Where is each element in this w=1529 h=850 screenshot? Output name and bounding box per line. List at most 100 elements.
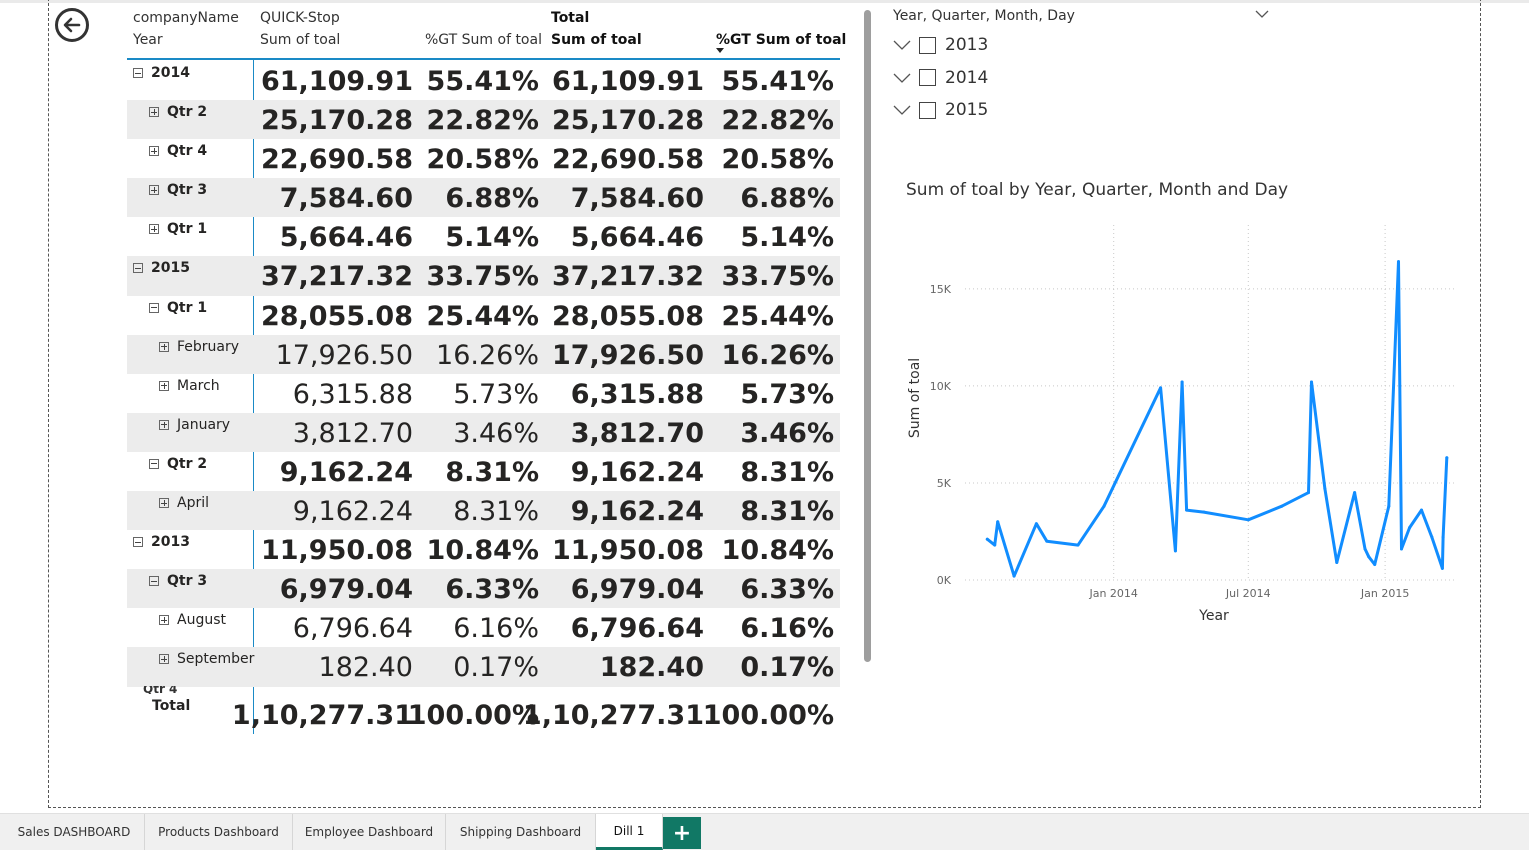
table-row[interactable]: Qtr 2 25,170.28 22.82% 25,170.28 22.82% bbox=[127, 100, 840, 140]
expand-icon[interactable] bbox=[149, 107, 159, 118]
table-row[interactable]: August 6,796.64 6.16% 6,796.64 6.16% bbox=[127, 608, 840, 647]
chevron-down-icon[interactable] bbox=[893, 39, 911, 51]
expand-icon[interactable] bbox=[159, 419, 169, 430]
checkbox[interactable] bbox=[919, 36, 936, 54]
header-company-name[interactable]: companyName bbox=[133, 10, 239, 26]
add-page-button[interactable]: + bbox=[663, 817, 701, 849]
row-header: April bbox=[159, 495, 209, 511]
row-header: March bbox=[159, 378, 220, 394]
value-cell: 182.40 bbox=[318, 652, 413, 684]
table-row[interactable]: Qtr 4 22,690.58 20.58% 22,690.58 20.58% bbox=[127, 139, 840, 178]
row-header-label: 2013 bbox=[151, 534, 190, 551]
value-cell: 22.82% bbox=[721, 105, 834, 137]
table-row[interactable]: Qtr 1 5,664.46 5.14% 5,664.46 5.14% bbox=[127, 217, 840, 256]
chevron-down-icon[interactable] bbox=[893, 72, 911, 84]
expand-icon[interactable] bbox=[159, 380, 169, 391]
table-row[interactable]: Qtr 2 9,162.24 8.31% 9,162.24 8.31% bbox=[127, 452, 840, 491]
row-header: Qtr 3 bbox=[149, 182, 207, 198]
data-point bbox=[1441, 535, 1445, 539]
row-header-label: September bbox=[177, 651, 255, 668]
table-row[interactable]: February 17,926.50 16.26% 17,926.50 16.26% bbox=[127, 334, 840, 374]
value-cell: 37,217.32 bbox=[551, 261, 704, 293]
value-cell: 28,055.08 bbox=[551, 300, 704, 332]
checkbox[interactable] bbox=[919, 101, 936, 119]
chevron-down-icon[interactable] bbox=[893, 104, 911, 116]
data-point bbox=[993, 543, 997, 547]
table-row[interactable]: April 9,162.24 8.31% 9,162.24 8.31% bbox=[127, 491, 840, 531]
header-quick-stop[interactable]: QUICK-Stop bbox=[260, 10, 340, 26]
y-axis-title: Sum of toal bbox=[907, 358, 923, 438]
slicer-item[interactable]: 2015 bbox=[893, 99, 988, 121]
data-point bbox=[1076, 543, 1080, 547]
expand-icon[interactable] bbox=[149, 146, 159, 157]
header-total-gt-sum-of-toal[interactable]: %GT Sum of toal bbox=[716, 32, 846, 48]
back-arrow-button[interactable] bbox=[55, 8, 89, 42]
table-row[interactable]: September 182.40 0.17% 182.40 0.17% bbox=[127, 647, 840, 687]
data-point bbox=[1180, 380, 1184, 384]
value-cell: 25.44% bbox=[721, 300, 834, 332]
value-cell: 6,979.04 bbox=[279, 574, 413, 606]
row-header-label: Qtr 3 bbox=[167, 182, 208, 199]
header-total-sum-of-toal[interactable]: Sum of toal bbox=[551, 32, 642, 48]
table-row[interactable]: Qtr 1 28,055.08 25.44% 28,055.08 25.44% bbox=[127, 296, 840, 335]
page-tab[interactable]: Shipping Dashboard bbox=[446, 814, 596, 850]
y-tick-label: 5K bbox=[937, 477, 952, 490]
row-header-label: January bbox=[177, 416, 231, 433]
data-point bbox=[1396, 260, 1400, 264]
expand-icon[interactable] bbox=[159, 615, 169, 626]
chevron-down-icon[interactable] bbox=[1255, 9, 1269, 19]
expand-icon[interactable] bbox=[159, 341, 169, 352]
x-tick-label: Jan 2015 bbox=[1360, 587, 1409, 600]
row-header: 2013 bbox=[133, 534, 190, 550]
header-sum-of-toal[interactable]: Sum of toal bbox=[260, 32, 340, 48]
value-cell: 3,812.70 bbox=[292, 417, 413, 449]
value-cell: 5.14% bbox=[740, 222, 834, 254]
collapse-icon[interactable] bbox=[133, 537, 143, 548]
expand-icon[interactable] bbox=[159, 498, 169, 509]
collapse-icon[interactable] bbox=[133, 68, 143, 78]
table-row[interactable]: 2014 61,109.91 55.41% 61,109.91 55.41% bbox=[127, 61, 840, 100]
x-tick-label: Jul 2014 bbox=[1225, 587, 1271, 600]
page-tab[interactable]: Sales DASHBOARD bbox=[4, 814, 145, 850]
total-row: Total 1,10,277.31 100.00% 1,10,277.31 10… bbox=[127, 697, 840, 737]
collapse-icon[interactable] bbox=[133, 263, 143, 274]
row-header: January bbox=[159, 417, 230, 433]
value-cell: 5.73% bbox=[453, 378, 539, 410]
page-tab[interactable]: Dill 1 bbox=[596, 814, 663, 850]
row-header: August bbox=[159, 612, 226, 628]
value-cell: 5,664.46 bbox=[570, 222, 704, 254]
collapse-icon[interactable] bbox=[149, 458, 159, 469]
slicer-item[interactable]: 2013 bbox=[893, 34, 988, 56]
checkbox[interactable] bbox=[919, 69, 936, 86]
value-cell: 3.46% bbox=[453, 417, 539, 449]
value-cell: 6,315.88 bbox=[570, 378, 704, 410]
value-cell: 6.33% bbox=[740, 574, 834, 606]
page-tab[interactable]: Employee Dashboard bbox=[293, 814, 446, 850]
table-row[interactable]: March 6,315.88 5.73% 6,315.88 5.73% bbox=[127, 374, 840, 413]
table-row[interactable]: January 3,812.70 3.46% 3,812.70 3.46% bbox=[127, 412, 840, 452]
value-cell: 9,162.24 bbox=[570, 496, 704, 528]
header-gt-sum-of-toal[interactable]: %GT Sum of toal bbox=[425, 32, 542, 48]
value-cell: 16.26% bbox=[721, 339, 834, 371]
expand-icon[interactable] bbox=[149, 185, 159, 196]
line-chart[interactable]: 0K 5K 10K 15K Jan 2014 Jul 2014 Jan 2015 Year Su… bbox=[900, 220, 1470, 630]
header-total[interactable]: Total bbox=[551, 10, 589, 26]
table-row[interactable]: 2013 11,950.08 10.84% 11,950.08 10.84% bbox=[127, 530, 840, 569]
collapse-icon[interactable] bbox=[149, 302, 159, 313]
table-row[interactable]: 2015 37,217.32 33.75% 37,217.32 33.75% bbox=[127, 256, 840, 296]
slicer-item-label: 2015 bbox=[945, 100, 989, 120]
page-tab[interactable]: Products Dashboard bbox=[145, 814, 293, 850]
expand-icon[interactable] bbox=[159, 654, 169, 665]
vertical-scrollbar[interactable] bbox=[864, 10, 871, 662]
table-row[interactable]: Qtr 3 6,979.04 6.33% 6,979.04 6.33% bbox=[127, 569, 840, 609]
value-cell: 17,926.50 bbox=[551, 339, 704, 371]
row-header: February bbox=[159, 339, 239, 355]
table-row[interactable]: Qtr 3 7,584.60 6.88% 7,584.60 6.88% bbox=[127, 178, 840, 218]
collapse-icon[interactable] bbox=[149, 576, 159, 587]
header-year[interactable]: Year bbox=[133, 32, 163, 48]
expand-icon[interactable] bbox=[149, 224, 159, 235]
data-point bbox=[1408, 526, 1412, 530]
row-header: 2015 bbox=[133, 260, 190, 276]
slicer-item[interactable]: 2014 bbox=[893, 67, 988, 89]
value-cell: 6.33% bbox=[445, 574, 539, 606]
